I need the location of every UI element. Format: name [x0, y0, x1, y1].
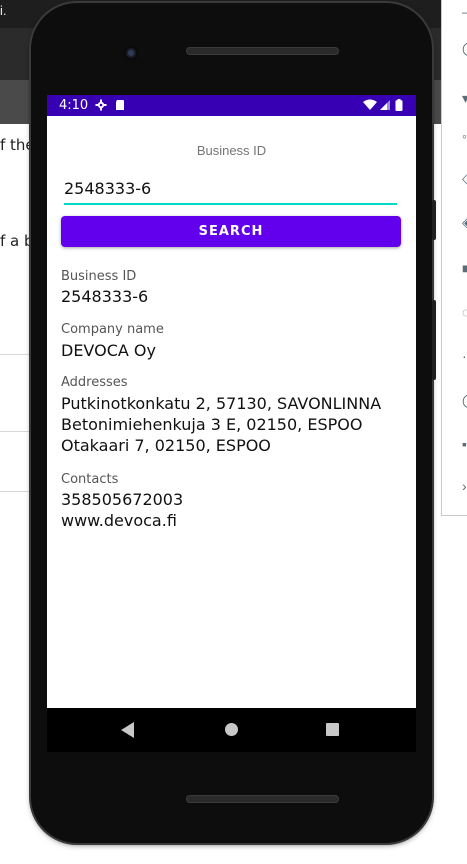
- wifi-icon: [363, 99, 377, 110]
- tool-icon[interactable]: ◯: [462, 41, 467, 55]
- address-line: Putkinotkonkatu 2, 57130, SAVONLINNA: [61, 394, 382, 413]
- contact-website: www.devoca.fi: [61, 511, 177, 530]
- battery-icon: [395, 99, 403, 111]
- addresses-label: Addresses: [61, 375, 128, 390]
- status-time: 4:10: [59, 98, 89, 113]
- power-button[interactable]: [432, 200, 436, 240]
- tool-icon[interactable]: ·: [462, 349, 467, 363]
- company-name-value: DEVOCA Oy: [61, 341, 156, 360]
- status-bar: 4:10: [47, 95, 416, 116]
- signal-icon: [380, 100, 390, 110]
- address-line: Otakaari 7, 02150, ESPOO: [61, 436, 271, 455]
- business-id-value: 2548333-6: [61, 287, 149, 306]
- tool-icon[interactable]: ■: [462, 261, 467, 275]
- system-navigation-bar: [47, 708, 416, 752]
- background-text-fragment: f the: [0, 136, 35, 154]
- top-speaker-grille: [186, 47, 339, 55]
- home-icon[interactable]: [225, 723, 238, 736]
- contact-phone: 358505672003: [61, 490, 184, 509]
- contacts-label: Contacts: [61, 472, 119, 487]
- minimize-icon[interactable]: –: [462, 6, 467, 18]
- volume-button[interactable]: [432, 300, 436, 380]
- bottom-speaker-grille: [186, 795, 339, 803]
- settings-icon: [95, 99, 107, 111]
- back-icon[interactable]: [121, 722, 134, 738]
- tool-icon[interactable]: ▪: [462, 437, 467, 451]
- business-id-label: Business ID: [61, 269, 137, 284]
- address-line: Betonimiehenkuja 3 E, 02150, ESPOO: [61, 415, 363, 434]
- tool-icon[interactable]: ◌: [462, 305, 467, 319]
- device-screen: 4:10 Business ID 2548333-6 SEARCH Busine…: [47, 95, 416, 708]
- search-button[interactable]: SEARCH: [61, 216, 401, 247]
- background-tool-panel: – ◯ ▾ ◦ ◇ ◈ ■ ◌ · ◯ ▪ ›: [441, 0, 467, 516]
- search-field-label: Business ID: [196, 143, 267, 158]
- company-name-label: Company name: [61, 322, 164, 337]
- tool-icon[interactable]: ◇: [462, 171, 467, 185]
- background-text-fragment: f a b: [0, 232, 34, 250]
- business-id-input[interactable]: [64, 175, 397, 205]
- tool-icon[interactable]: ▾: [462, 91, 467, 105]
- background-title-fragment: i.: [0, 3, 7, 18]
- tool-icon[interactable]: ◯: [462, 393, 467, 407]
- tool-icon[interactable]: ◦: [462, 129, 467, 143]
- tool-icon[interactable]: ›: [462, 479, 467, 493]
- recent-apps-icon[interactable]: [326, 723, 339, 736]
- tool-icon[interactable]: ◈: [462, 215, 467, 229]
- desktop-screen: i. f the f a b – ◯ ▾ ◦ ◇ ◈ ■ ◌ · ◯ ▪ › 4…: [0, 0, 467, 864]
- front-camera-icon: [123, 45, 139, 61]
- sd-card-icon: [116, 100, 124, 110]
